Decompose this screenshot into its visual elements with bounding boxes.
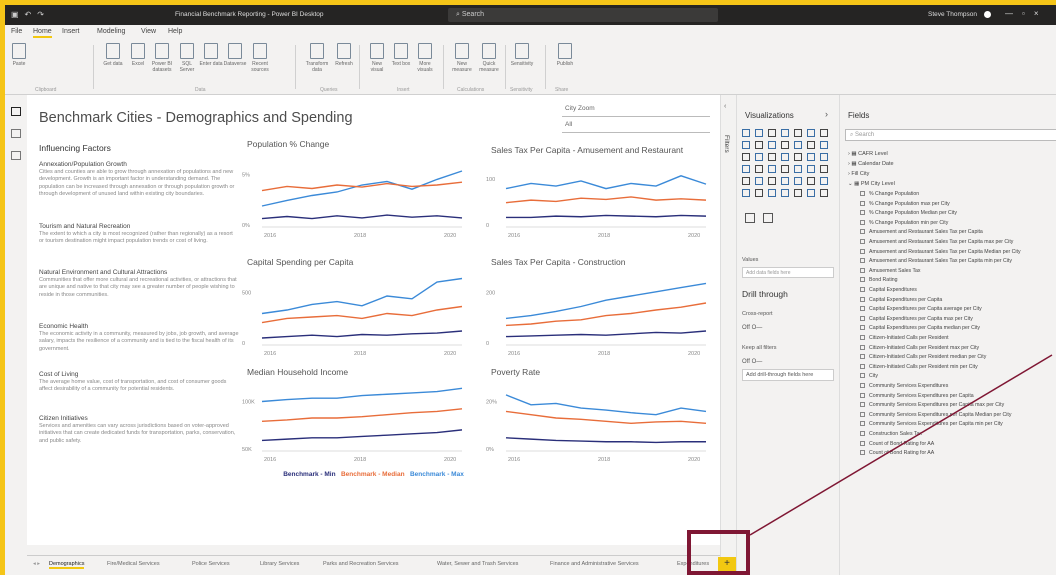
- annotation-arrow: [749, 354, 1053, 536]
